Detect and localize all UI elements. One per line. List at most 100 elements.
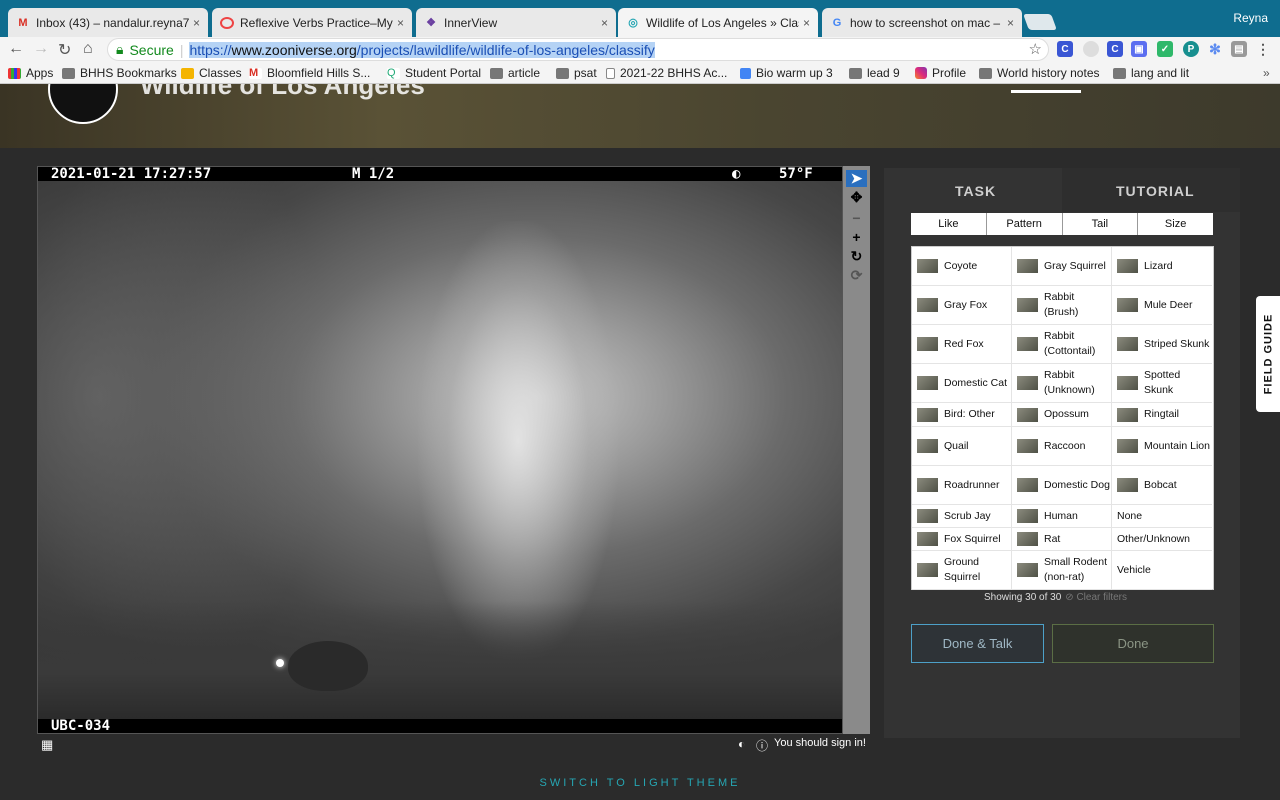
new-tab-button[interactable]	[1023, 14, 1057, 30]
extension-snowflake-icon[interactable]: ✻	[1207, 41, 1223, 57]
reset-tool[interactable]: ⟳	[846, 267, 867, 284]
bookmark-bloomfield[interactable]: M Bloomfield Hills S...	[249, 66, 370, 80]
tab-reflexive-verbs[interactable]: Reflexive Verbs Practice–Myst ×	[212, 8, 412, 37]
bookmark-lang-lit[interactable]: lang and lit	[1113, 66, 1189, 80]
tab-task[interactable]: TASK	[955, 183, 996, 199]
species-choice[interactable]: Other/Unknown	[1112, 528, 1212, 551]
extension-circle-icon[interactable]	[1083, 41, 1099, 57]
back-icon[interactable]: ←	[8, 40, 24, 58]
species-choice[interactable]: Raccoon	[1012, 427, 1112, 466]
zoom-out-tool[interactable]: −	[846, 209, 867, 226]
species-choice[interactable]: Mule Deer	[1112, 286, 1212, 325]
home-icon[interactable]: ⌂	[83, 40, 93, 58]
done-and-talk-button[interactable]: Done & Talk	[911, 624, 1044, 663]
bookmark-bhhs-ac[interactable]: 2021-22 BHHS Ac...	[606, 66, 727, 80]
species-choice[interactable]: Rabbit (Cottontail)	[1012, 325, 1112, 364]
grid-view-icon[interactable]: ▦	[41, 737, 53, 753]
close-icon[interactable]: ×	[397, 16, 404, 30]
species-choice[interactable]: Domestic Cat	[912, 364, 1012, 403]
camera-trap-photo[interactable]	[38, 181, 842, 721]
bookmark-profile[interactable]: Profile	[915, 66, 966, 80]
species-choice[interactable]: Rat	[1012, 528, 1112, 551]
filter-pattern[interactable]: Pattern	[987, 213, 1063, 235]
bookmarks-bar: Apps BHHS Bookmarks Classes M Bloomfield …	[0, 63, 1280, 84]
species-choice[interactable]: Lizard	[1112, 247, 1212, 286]
tab-tutorial[interactable]: TUTORIAL	[1116, 183, 1195, 199]
bookmark-student-portal[interactable]: Q Student Portal	[387, 66, 481, 80]
project-logo[interactable]	[48, 84, 118, 124]
extension-c2-icon[interactable]: C	[1107, 41, 1123, 57]
bookmark-psat[interactable]: psat	[556, 66, 597, 80]
species-choice[interactable]: Fox Squirrel	[912, 528, 1012, 551]
filter-size[interactable]: Size	[1138, 213, 1213, 235]
close-icon[interactable]: ×	[1007, 16, 1014, 30]
url-text[interactable]: https://www.zooniverse.org/projects/lawi…	[189, 41, 655, 58]
bookmark-bhhs[interactable]: BHHS Bookmarks	[62, 66, 177, 80]
reload-icon[interactable]: ↻	[58, 40, 71, 60]
extension-c-icon[interactable]: C	[1057, 41, 1073, 57]
switch-theme-link[interactable]: SWITCH TO LIGHT THEME	[0, 777, 1280, 789]
done-button[interactable]: Done	[1052, 624, 1214, 663]
species-choice[interactable]: Gray Squirrel	[1012, 247, 1112, 286]
rotate-tool[interactable]: ↻	[846, 248, 867, 265]
docs-icon	[740, 67, 751, 79]
species-choice[interactable]: Ringtail	[1112, 403, 1212, 427]
extension-check-icon[interactable]: ✓	[1157, 41, 1173, 57]
species-choice[interactable]: Scrub Jay	[912, 505, 1012, 528]
browser-menu-icon[interactable]: ⋮	[1255, 41, 1271, 57]
species-choice[interactable]: Domestic Dog	[1012, 466, 1112, 505]
extension-p-icon[interactable]: P	[1183, 41, 1199, 57]
species-choice[interactable]: Ground Squirrel	[912, 551, 1012, 590]
move-tool[interactable]: ✥	[846, 189, 867, 206]
filter-tail[interactable]: Tail	[1063, 213, 1139, 235]
contrast-icon[interactable]: ◐	[738, 737, 745, 751]
extension-window-icon[interactable]: ▤	[1231, 41, 1247, 57]
species-choice[interactable]: Small Rodent (non-rat)	[1012, 551, 1112, 590]
forward-icon[interactable]: →	[33, 40, 49, 58]
extension-image-icon[interactable]: ▣	[1131, 41, 1147, 57]
field-guide-tab[interactable]: FIELD GUIDE	[1256, 296, 1280, 412]
tab-innerview[interactable]: ❖ InnerView ×	[416, 8, 616, 37]
profile-name[interactable]: Reyna	[1233, 11, 1268, 25]
species-choice[interactable]: Bobcat	[1112, 466, 1212, 505]
species-choice[interactable]: Vehicle	[1112, 551, 1212, 590]
species-choice[interactable]: Gray Fox	[912, 286, 1012, 325]
species-choice[interactable]: Rabbit (Unknown)	[1012, 364, 1112, 403]
bookmark-world-history[interactable]: World history notes	[979, 66, 1100, 80]
gmail-icon: M	[18, 16, 28, 29]
close-icon[interactable]: ×	[803, 16, 810, 30]
species-choice[interactable]: Striped Skunk	[1112, 325, 1212, 364]
bookmark-bio-warm-up[interactable]: Bio warm up 3	[740, 66, 833, 80]
bookmarks-more[interactable]: »	[1263, 66, 1270, 80]
project-title[interactable]: Wildlife of Los Angeles	[140, 84, 425, 101]
bookmark-apps[interactable]: Apps	[8, 66, 53, 80]
species-thumbnail-icon	[1017, 532, 1038, 546]
bookmark-star-icon[interactable]: ☆	[1029, 40, 1042, 58]
bookmark-article[interactable]: article	[490, 66, 540, 80]
species-choice[interactable]: Rabbit (Brush)	[1012, 286, 1112, 325]
species-choice[interactable]: Coyote	[912, 247, 1012, 286]
species-choice[interactable]: Bird: Other	[912, 403, 1012, 427]
species-choice[interactable]: Human	[1012, 505, 1112, 528]
info-icon[interactable]: ⓘ	[756, 737, 768, 754]
species-choice[interactable]: Roadrunner	[912, 466, 1012, 505]
species-choice[interactable]: Spotted Skunk	[1112, 364, 1212, 403]
clear-filters-link[interactable]: ⊘ Clear filters	[1065, 592, 1127, 603]
bookmark-classes[interactable]: Classes	[181, 66, 242, 80]
bookmark-lead-9[interactable]: lead 9	[849, 66, 900, 80]
close-icon[interactable]: ×	[193, 16, 200, 30]
filter-like[interactable]: Like	[911, 213, 987, 235]
species-choice[interactable]: Quail	[912, 427, 1012, 466]
species-choice[interactable]: Red Fox	[912, 325, 1012, 364]
tab-google-search[interactable]: G how to screenshot on mac – G ×	[822, 8, 1022, 37]
species-choice[interactable]: Mountain Lion	[1112, 427, 1212, 466]
tab-wildlife-la[interactable]: ◎ Wildlife of Los Angeles » Class ×	[618, 8, 818, 37]
close-icon[interactable]: ×	[601, 16, 608, 30]
subject-image[interactable]: 2021-01-21 17:27:57 M 1/2 ◐ 57°F UBC-034	[37, 166, 843, 734]
address-bar[interactable]: 🔒︎ Secure | https://www.zooniverse.org/p…	[107, 38, 1049, 61]
tab-inbox[interactable]: M Inbox (43) – nandalur.reyna7 ×	[8, 8, 208, 37]
species-choice[interactable]: None	[1112, 505, 1212, 528]
species-choice[interactable]: Opossum	[1012, 403, 1112, 427]
zoom-in-tool[interactable]: +	[846, 228, 867, 245]
pointer-tool[interactable]: ➤	[846, 170, 867, 187]
